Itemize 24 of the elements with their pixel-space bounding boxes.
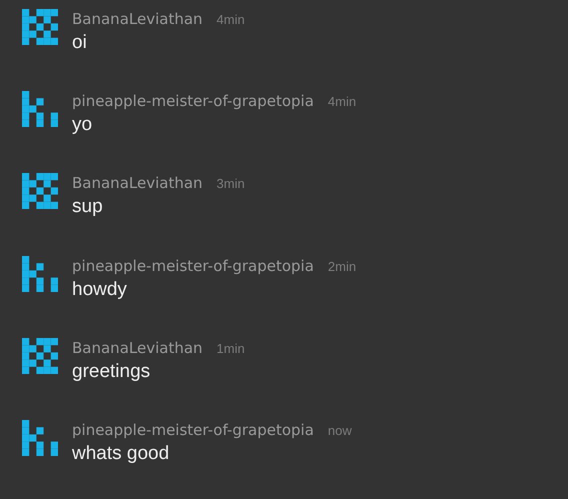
message-time: 1min xyxy=(216,340,245,356)
message-text: sup xyxy=(72,196,104,218)
message-text: whats good xyxy=(72,442,170,465)
pixel-grid-icon xyxy=(22,9,58,45)
message-text: howdy xyxy=(72,278,128,301)
author-name: BananaLeviathan xyxy=(72,10,203,28)
pixel-letter-icon xyxy=(22,256,58,292)
author-name: pineapple-meister-of-grapetopia xyxy=(72,420,314,439)
pixel-grid-icon xyxy=(22,173,58,210)
message-time: 4min xyxy=(328,94,356,110)
pixel-letter-icon xyxy=(22,91,58,128)
author-name: BananaLeviathan xyxy=(72,338,203,357)
author-name: pineapple-meister-of-grapetopia xyxy=(72,92,314,110)
pixel-letter-icon xyxy=(22,420,58,456)
message-text: yo xyxy=(72,114,94,136)
message-time: 3min xyxy=(216,176,245,192)
message-text: oi xyxy=(72,32,88,54)
author-name: BananaLeviathan xyxy=(72,174,203,192)
pixel-grid-icon xyxy=(22,338,58,374)
author-name: pineapple-meister-of-grapetopia xyxy=(72,256,314,275)
message-time: now xyxy=(328,422,352,438)
message-text: greetings xyxy=(72,360,152,383)
message-time: 4min xyxy=(216,12,245,27)
message-time: 2min xyxy=(328,258,356,274)
